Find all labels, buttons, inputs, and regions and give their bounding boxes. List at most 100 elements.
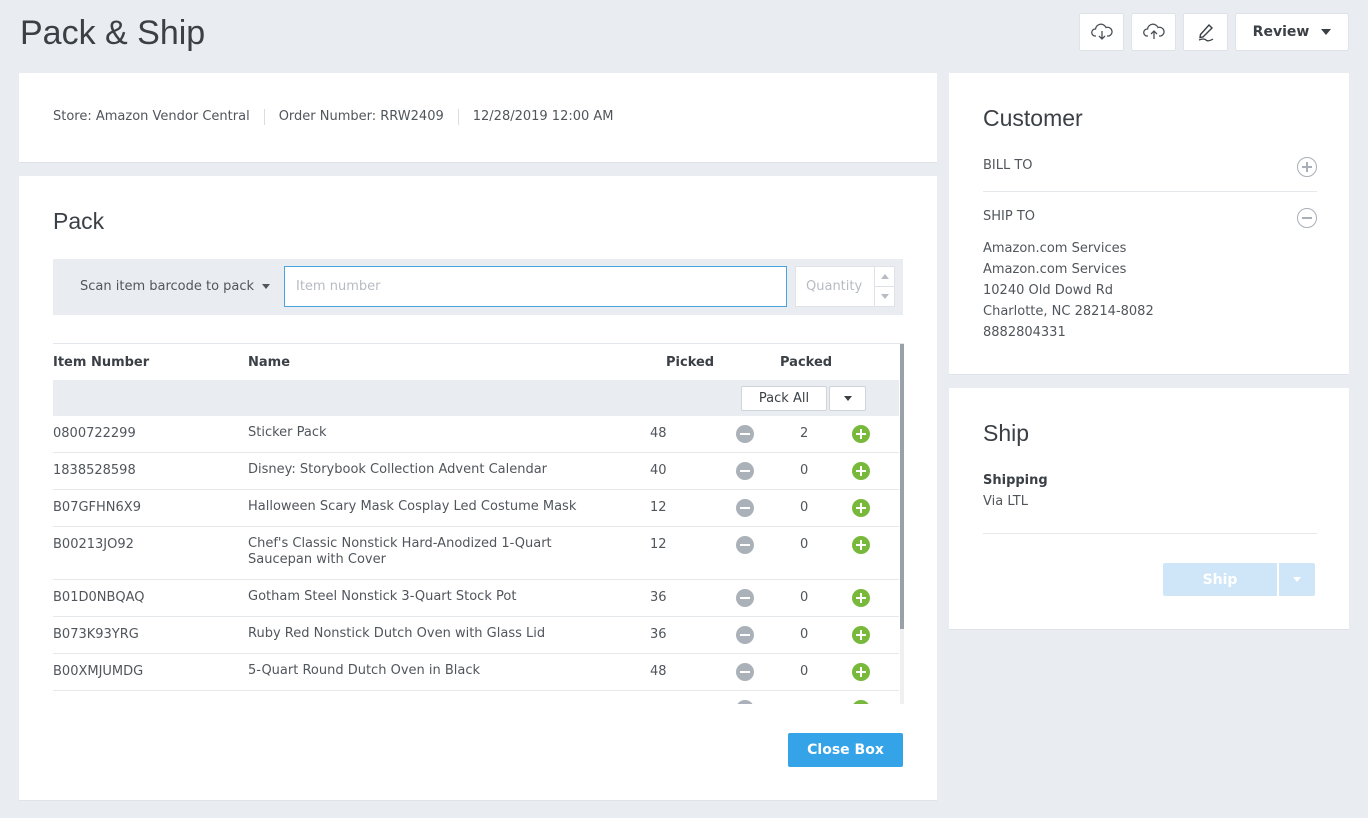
address-line: Amazon.com Services xyxy=(983,241,1127,256)
address-line: 10240 Old Dowd Rd xyxy=(983,283,1113,298)
table-body: 0800722299 Sticker Pack 48 2 1838528598 Disne… xyxy=(53,416,899,704)
bill-to-label: BILL TO xyxy=(983,158,1033,173)
divider xyxy=(983,533,1317,534)
chevron-down-icon xyxy=(1293,577,1301,582)
quantity-spinner xyxy=(874,267,894,306)
chevron-down-icon xyxy=(843,396,852,401)
increment-packed-icon[interactable] xyxy=(852,425,870,443)
table-row: B01D0NBQAQ Gotham Steel Nonstick 3-Quart … xyxy=(53,580,899,617)
item-number-cell: B00213JO92 xyxy=(53,537,134,552)
ship-button[interactable]: Ship xyxy=(1163,563,1277,596)
page-title: Pack & Ship xyxy=(20,14,206,52)
review-label: Review xyxy=(1252,24,1310,40)
expand-plus-icon[interactable] xyxy=(1297,157,1317,177)
table-row xyxy=(53,691,899,704)
chevron-down-icon xyxy=(880,293,889,299)
increment-packed-icon[interactable] xyxy=(852,663,870,681)
pack-all-dropdown-button[interactable] xyxy=(829,386,866,411)
picked-count-cell: 48 xyxy=(650,426,667,441)
cloud-upload-icon xyxy=(1142,23,1165,39)
picked-count-cell: 12 xyxy=(650,537,667,552)
item-number-cell: 0800722299 xyxy=(53,426,136,441)
pack-table: Item Number Name Picked Packed Pack All … xyxy=(53,343,904,704)
address-line: Charlotte, NC 28214-8082 xyxy=(983,304,1154,319)
increment-packed-icon[interactable] xyxy=(852,462,870,480)
table-scrollbar[interactable] xyxy=(900,344,904,704)
item-number-cell: B00XMJUMDG xyxy=(53,664,144,679)
order-info: Store: Amazon Vendor Central Order Numbe… xyxy=(53,109,628,125)
divider xyxy=(983,191,1317,192)
collapse-minus-icon[interactable] xyxy=(1297,208,1317,228)
column-header-name[interactable]: Name xyxy=(248,355,290,370)
item-number-cell: B07GFHN6X9 xyxy=(53,500,141,515)
column-header-packed[interactable]: Packed xyxy=(780,355,832,370)
order-summary-card: Store: Amazon Vendor Central Order Numbe… xyxy=(19,73,937,163)
item-name-cell: Halloween Scary Mask Cosplay Led Costume… xyxy=(248,499,577,514)
customer-card: Customer BILL TO SHIP TO Amazon.com Serv… xyxy=(949,73,1349,375)
close-box-button[interactable]: Close Box xyxy=(788,733,903,767)
quantity-input[interactable] xyxy=(796,267,874,306)
decrement-packed-icon[interactable] xyxy=(736,589,754,607)
decrement-packed-icon[interactable] xyxy=(736,462,754,480)
table-row: B00XMJUMDG 5-Quart Round Dutch Oven in Bl… xyxy=(53,654,899,691)
decrement-packed-icon[interactable] xyxy=(736,663,754,681)
bill-to-row[interactable]: BILL TO xyxy=(983,157,1317,178)
item-name-cell: 5-Quart Round Dutch Oven in Black xyxy=(248,663,481,678)
order-number: Order Number: RRW2409 xyxy=(263,109,458,125)
picked-count-cell: 48 xyxy=(650,664,667,679)
ship-card: Ship Shipping Via LTL Ship xyxy=(949,388,1349,630)
packed-count-cell: 2 xyxy=(800,426,809,441)
picked-count-cell: 40 xyxy=(650,463,667,478)
item-number-cell: 1838528598 xyxy=(53,463,136,478)
pack-title: Pack xyxy=(53,208,105,234)
picked-count-cell: 36 xyxy=(650,627,667,642)
decrement-packed-icon[interactable] xyxy=(736,536,754,554)
table-row: 0800722299 Sticker Pack 48 2 xyxy=(53,416,899,453)
increment-packed-icon[interactable] xyxy=(852,499,870,517)
order-date: 12/28/2019 12:00 AM xyxy=(457,109,628,125)
increment-packed-icon[interactable] xyxy=(852,536,870,554)
decrement-packed-icon[interactable] xyxy=(736,425,754,443)
item-name-cell: Gotham Steel Nonstick 3-Quart Stock Pot xyxy=(248,589,517,604)
packed-count-cell: 0 xyxy=(800,664,809,679)
column-header-picked[interactable]: Picked xyxy=(666,355,714,370)
packed-count-cell: 0 xyxy=(800,463,809,478)
review-dropdown-button[interactable]: Review xyxy=(1235,13,1349,51)
customer-title: Customer xyxy=(983,105,1083,131)
item-number-cell: B01D0NBQAQ xyxy=(53,590,145,605)
pen-sign-icon xyxy=(1198,23,1213,42)
scan-mode-label: Scan item barcode to pack xyxy=(80,279,255,294)
cloud-upload-button[interactable] xyxy=(1131,13,1176,51)
ship-to-label: SHIP TO xyxy=(983,209,1036,224)
cloud-download-button[interactable] xyxy=(1079,13,1124,51)
column-header-item-number[interactable]: Item Number xyxy=(53,355,149,370)
decrement-packed-icon[interactable] xyxy=(736,626,754,644)
item-number-input[interactable] xyxy=(284,266,787,307)
quantity-decrement-button[interactable] xyxy=(875,286,894,305)
pack-all-button[interactable]: Pack All xyxy=(741,386,827,411)
toolbar: Review xyxy=(1079,13,1349,51)
shipping-label: Shipping xyxy=(983,473,1048,488)
increment-packed-icon[interactable] xyxy=(852,589,870,607)
ship-to-row[interactable]: SHIP TO xyxy=(983,208,1317,229)
decrement-packed-icon[interactable] xyxy=(736,499,754,517)
chevron-down-icon xyxy=(262,284,271,289)
scrollbar-thumb[interactable] xyxy=(900,344,904,629)
quantity-increment-button[interactable] xyxy=(875,267,894,286)
pack-all-row: Pack All xyxy=(53,380,899,416)
chevron-up-icon xyxy=(880,274,889,279)
scan-mode-dropdown[interactable]: Scan item barcode to pack xyxy=(80,279,271,294)
shipping-value: Via LTL xyxy=(983,494,1028,509)
address-phone: 8882804331 xyxy=(983,325,1066,340)
quantity-stepper xyxy=(795,266,895,307)
picked-count-cell: 36 xyxy=(650,590,667,605)
ship-dropdown-button[interactable] xyxy=(1279,563,1315,596)
increment-packed-icon[interactable] xyxy=(852,700,870,704)
sign-button[interactable] xyxy=(1183,13,1228,51)
address-line: Amazon.com Services xyxy=(983,262,1127,277)
scan-bar: Scan item barcode to pack xyxy=(53,259,903,315)
decrement-packed-icon[interactable] xyxy=(736,700,754,704)
cloud-download-icon xyxy=(1090,23,1113,40)
increment-packed-icon[interactable] xyxy=(852,626,870,644)
chevron-down-icon xyxy=(1321,29,1332,35)
